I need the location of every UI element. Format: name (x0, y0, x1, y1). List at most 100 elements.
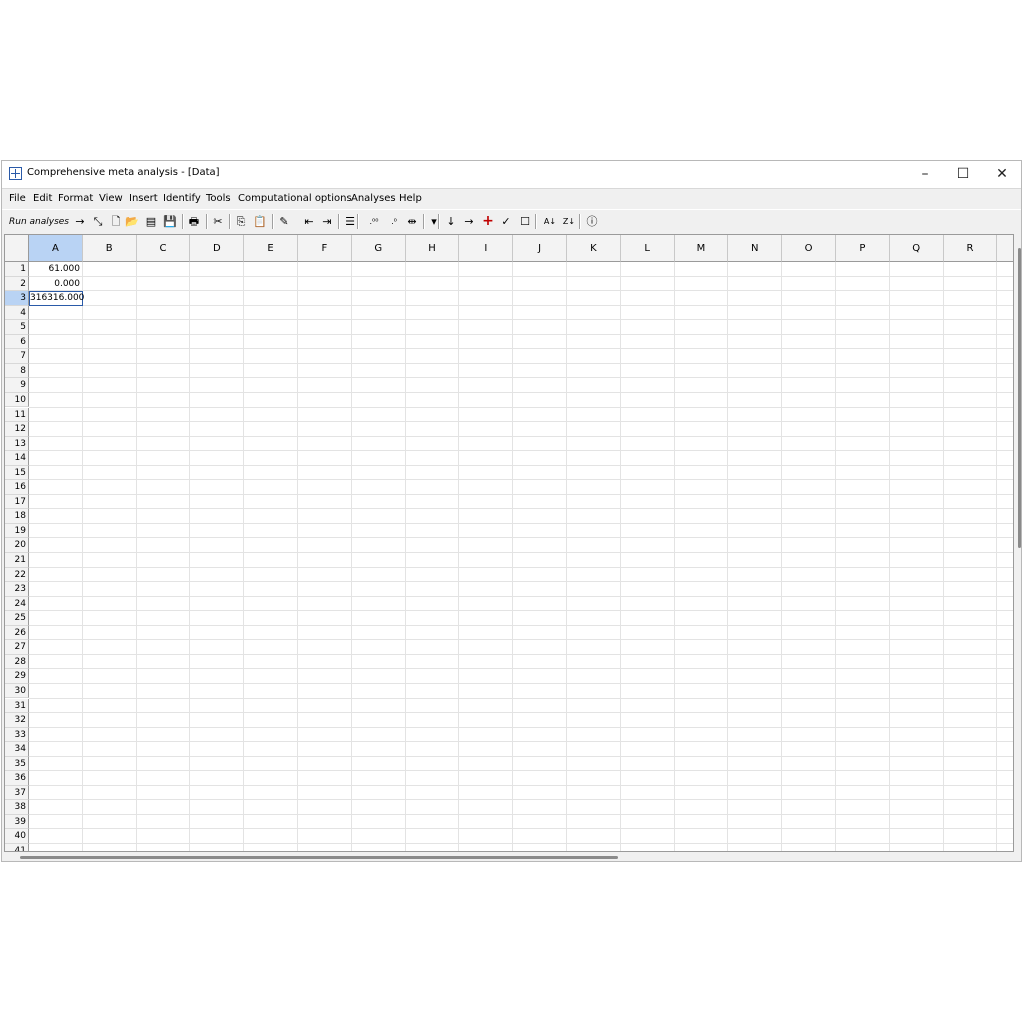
close-icon[interactable]: ✕ (983, 161, 1021, 188)
column-header-a[interactable]: A (29, 235, 83, 262)
decrease-indent-icon[interactable]: ⇤ (301, 213, 317, 230)
list-icon[interactable]: ☰ (342, 213, 358, 230)
menu-file[interactable]: File (9, 193, 26, 204)
cut-icon[interactable]: ✂ (210, 213, 226, 230)
run-analyses-label[interactable]: Run analyses (9, 217, 69, 227)
column-header-p[interactable]: P (836, 235, 890, 262)
row-header-21[interactable]: 21 (5, 553, 29, 568)
horizontal-scrollbar[interactable] (4, 853, 1014, 861)
row-header-20[interactable]: 20 (5, 538, 29, 553)
down-arrow-icon[interactable]: ↓ (443, 213, 459, 230)
row-header-6[interactable]: 6 (5, 334, 29, 350)
row-header-19[interactable]: 19 (5, 523, 29, 539)
horizontal-scroll-thumb[interactable] (20, 856, 618, 859)
pointer-icon[interactable]: ⤡ (90, 213, 106, 230)
import-icon[interactable]: ▤ (143, 213, 159, 230)
column-header-o[interactable]: O (782, 235, 836, 262)
menu-help[interactable]: Help (399, 193, 422, 204)
row-header-18[interactable]: 18 (5, 509, 29, 524)
increase-indent-icon[interactable]: ⇥ (319, 213, 335, 230)
column-header-e[interactable]: E (244, 235, 298, 262)
sort-ascending-icon[interactable]: A↓ (541, 213, 559, 230)
menu-edit[interactable]: Edit (33, 193, 52, 204)
row-header-23[interactable]: 23 (5, 582, 29, 597)
row-header-28[interactable]: 28 (5, 654, 29, 670)
new-file-icon[interactable]: 🗋 (108, 213, 124, 230)
row-header-35[interactable]: 35 (5, 756, 29, 772)
maximize-icon[interactable]: ☐ (944, 161, 982, 188)
check-icon[interactable]: ✓ (498, 213, 514, 230)
save-icon[interactable]: 💾 (162, 213, 178, 230)
row-header-33[interactable]: 33 (5, 727, 29, 743)
menu-analyses[interactable]: Analyses (351, 193, 396, 204)
menu-identify[interactable]: Identify (163, 193, 201, 204)
cell-a3[interactable]: 316316.000 (29, 291, 84, 306)
vertical-scrollbar[interactable] (1016, 234, 1021, 852)
print-icon[interactable]: 🖶 (186, 213, 202, 230)
row-header-32[interactable]: 32 (5, 713, 29, 728)
menu-insert[interactable]: Insert (129, 193, 158, 204)
menu-tools[interactable]: Tools (206, 193, 231, 204)
row-header-16[interactable]: 16 (5, 480, 29, 495)
paste-icon[interactable]: 📋 (252, 213, 268, 230)
edit-icon[interactable]: ✎ (276, 213, 292, 230)
row-header-2[interactable]: 2 (5, 276, 29, 292)
vertical-scroll-thumb[interactable] (1018, 248, 1021, 548)
column-header-f[interactable]: F (298, 235, 352, 262)
column-header-m[interactable]: M (674, 235, 729, 262)
row-header-27[interactable]: 27 (5, 640, 29, 655)
column-header-n[interactable]: N (728, 235, 783, 262)
row-header-24[interactable]: 24 (5, 596, 29, 612)
right-arrow-icon[interactable]: → (461, 213, 477, 230)
column-width-icon[interactable]: ⇹ (404, 213, 420, 230)
row-header-15[interactable]: 15 (5, 465, 29, 481)
column-header-q[interactable]: Q (889, 235, 944, 262)
row-header-36[interactable]: 36 (5, 771, 29, 786)
checkbox-icon[interactable]: ☐ (517, 213, 533, 230)
row-header-8[interactable]: 8 (5, 363, 29, 379)
row-header-26[interactable]: 26 (5, 625, 29, 641)
row-header-25[interactable]: 25 (5, 611, 29, 626)
row-header-31[interactable]: 31 (5, 698, 29, 714)
row-header-5[interactable]: 5 (5, 320, 29, 335)
data-grid[interactable]: A B C D E F G H I J K L M N O P Q R 1 2 3 4 5 6 7 8 9 10 11 12 13 14 15 1… (4, 234, 1014, 852)
row-header-3[interactable]: 3 (5, 291, 29, 306)
column-header-l[interactable]: L (620, 235, 675, 262)
row-header-34[interactable]: 34 (5, 742, 29, 757)
row-header-30[interactable]: 30 (5, 683, 29, 699)
copy-icon[interactable]: ⎘ (233, 213, 249, 230)
row-header-40[interactable]: 40 (5, 829, 29, 844)
row-header-37[interactable]: 37 (5, 785, 29, 801)
row-header-29[interactable]: 29 (5, 669, 29, 684)
row-header-11[interactable]: 11 (5, 407, 29, 423)
title-bar[interactable]: Comprehensive meta analysis - [Data] – ☐… (2, 161, 1021, 188)
increase-decimals-icon[interactable]: .⁰⁰ (365, 213, 383, 230)
grid-corner[interactable] (5, 235, 29, 262)
menu-view[interactable]: View (99, 193, 123, 204)
run-arrow-icon[interactable]: → (72, 213, 88, 230)
row-header-7[interactable]: 7 (5, 349, 29, 364)
minimize-icon[interactable]: – (906, 161, 944, 188)
column-header-g[interactable]: G (351, 235, 406, 262)
cell-a2[interactable]: 0.000 (29, 277, 83, 292)
row-header-22[interactable]: 22 (5, 567, 29, 583)
open-folder-icon[interactable]: 📂 (124, 213, 140, 230)
menu-format[interactable]: Format (58, 193, 93, 204)
column-header-k[interactable]: K (567, 235, 621, 262)
column-header-c[interactable]: C (136, 235, 191, 262)
info-icon[interactable]: ⓘ (584, 213, 600, 230)
row-header-39[interactable]: 39 (5, 814, 29, 830)
row-header-13[interactable]: 13 (5, 436, 29, 452)
decrease-decimals-icon[interactable]: .⁰ (385, 213, 403, 230)
column-header-i[interactable]: I (459, 235, 514, 262)
row-header-9[interactable]: 9 (5, 378, 29, 393)
sort-descending-icon[interactable]: Z↓ (560, 213, 578, 230)
row-header-14[interactable]: 14 (5, 451, 29, 466)
cell-a1[interactable]: 61.000 (29, 262, 83, 277)
plus-icon[interactable]: + (480, 213, 496, 230)
column-header-d[interactable]: D (190, 235, 245, 262)
row-header-17[interactable]: 17 (5, 494, 29, 510)
column-header-b[interactable]: B (82, 235, 137, 262)
row-header-10[interactable]: 10 (5, 392, 29, 408)
column-header-r[interactable]: R (943, 235, 998, 262)
